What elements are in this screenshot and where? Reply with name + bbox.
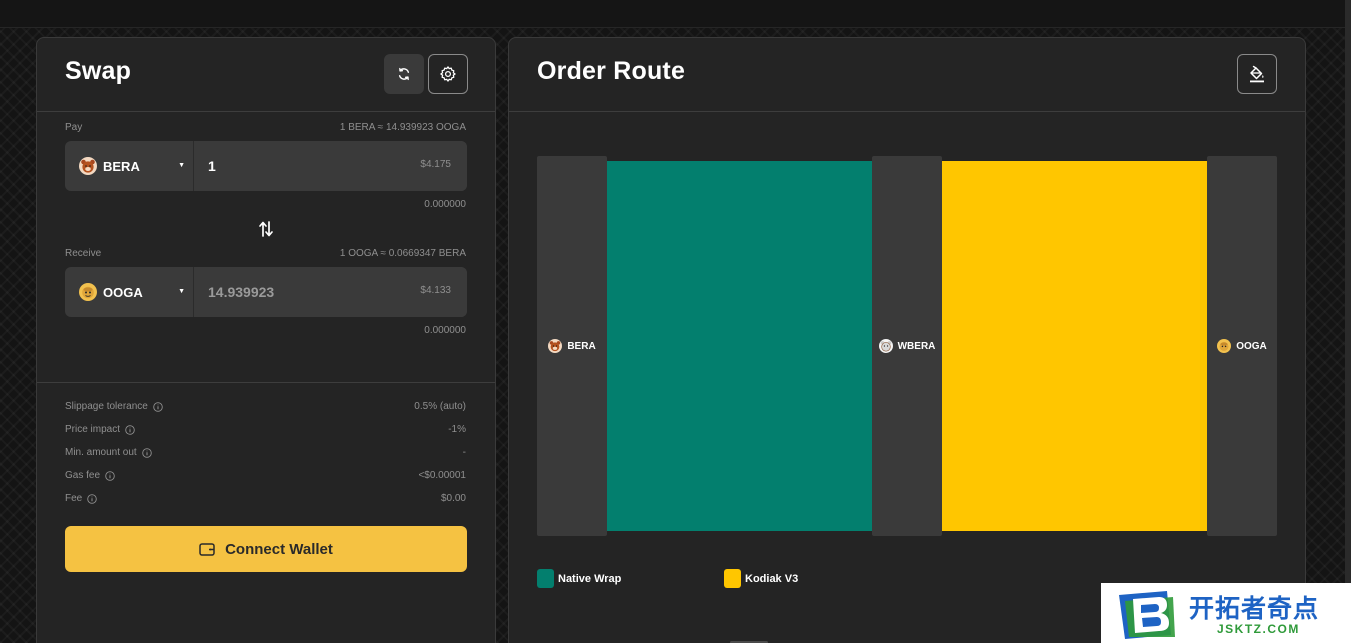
- legend-swatch: [724, 569, 741, 588]
- gear-icon: [440, 66, 456, 82]
- watermark-logo-icon: [1119, 591, 1175, 639]
- receive-token-row: OOGA ▼ $4.133: [65, 267, 467, 317]
- pay-token-select[interactable]: BERA ▼: [65, 141, 194, 191]
- wbera-token-icon: [878, 339, 893, 353]
- route-node-bera: BERA: [537, 156, 607, 536]
- receive-token-symbol: OOGA: [103, 284, 143, 300]
- refresh-button[interactable]: [384, 54, 424, 94]
- route-node-label: OOGA: [1236, 340, 1267, 352]
- pay-balance: 0.000000: [424, 199, 466, 210]
- info-icon[interactable]: [141, 447, 152, 458]
- legend-item-kodiak-v3: Kodiak V3: [724, 569, 798, 588]
- route-node-label: WBERA: [897, 340, 936, 352]
- slippage-label: Slippage tolerance: [65, 401, 163, 412]
- slippage-value: 0.5% (auto): [414, 401, 466, 412]
- paint-bucket-icon: [1250, 65, 1264, 83]
- refresh-icon: [398, 67, 410, 81]
- price-impact-label: Price impact: [65, 424, 135, 435]
- legend-label: Kodiak V3: [745, 572, 799, 585]
- connect-wallet-button[interactable]: Connect Wallet: [65, 526, 467, 572]
- details-divider: [37, 382, 495, 383]
- caret-down-icon: ▼: [178, 288, 185, 295]
- min-amount-out-label: Min. amount out: [65, 447, 152, 458]
- route-node-label: BERA: [567, 340, 596, 352]
- native-wrap-flow: [607, 161, 873, 531]
- switch-tokens-button[interactable]: [257, 219, 275, 239]
- watermark-title: 开拓者奇点: [1189, 594, 1320, 623]
- wallet-icon: [199, 543, 215, 556]
- ooga-token-icon: [79, 283, 97, 301]
- connect-wallet-label: Connect Wallet: [225, 540, 333, 558]
- receive-usd-value: $4.133: [420, 285, 451, 296]
- receive-label: Receive: [65, 248, 102, 259]
- gas-fee-label: Gas fee: [65, 470, 115, 481]
- settings-button[interactable]: [428, 54, 468, 94]
- info-icon[interactable]: [153, 401, 163, 412]
- pay-rate: 1 BERA ≈ 14.939923 OOGA: [339, 122, 466, 133]
- pay-label: Pay: [65, 122, 83, 133]
- bera-token-icon: [79, 157, 97, 175]
- price-impact-value: -1%: [448, 424, 466, 435]
- pay-token-symbol: BERA: [103, 158, 140, 174]
- info-icon[interactable]: [105, 470, 115, 481]
- fee-label: Fee: [65, 493, 97, 504]
- page-scrollbar[interactable]: [1345, 0, 1351, 643]
- info-icon[interactable]: [87, 493, 97, 504]
- swap-panel: Swap Pay 1 BERA ≈ 14.939923 OOGA BERA ▼ …: [36, 37, 496, 643]
- swap-arrows-icon: [259, 221, 273, 237]
- top-bar: [0, 0, 1351, 28]
- route-header-divider: [509, 111, 1305, 112]
- legend-label: Native Wrap: [558, 572, 622, 585]
- receive-rate: 1 OOGA ≈ 0.0669347 BERA: [339, 248, 466, 259]
- route-node-wbera: WBERA: [872, 156, 942, 536]
- watermark-subtitle: JSKTZ.COM: [1217, 622, 1300, 636]
- ooga-token-icon: [1217, 339, 1232, 353]
- legend-swatch: [537, 569, 554, 588]
- order-route-panel: Order Route BERA WBERA OOGA Native Wrap …: [508, 37, 1306, 643]
- fee-value: $0.00: [440, 493, 466, 504]
- header-divider: [37, 111, 495, 112]
- bera-token-icon: [548, 339, 563, 353]
- scrollbar-thumb[interactable]: [1345, 0, 1351, 643]
- caret-down-icon: ▼: [178, 162, 185, 169]
- kodiak-v3-flow: [942, 161, 1208, 531]
- paint-bucket-button[interactable]: [1237, 54, 1277, 94]
- min-amount-out-value: -: [462, 447, 466, 458]
- info-icon[interactable]: [125, 424, 135, 435]
- swap-title: Swap: [65, 57, 132, 85]
- receive-balance: 0.000000: [424, 325, 466, 336]
- pay-token-row: BERA ▼ $4.175: [65, 141, 467, 191]
- pay-usd-value: $4.175: [420, 159, 451, 170]
- legend-item-native-wrap: Native Wrap: [537, 569, 621, 588]
- watermark: 开拓者奇点 JSKTZ.COM: [1101, 583, 1351, 643]
- route-node-ooga: OOGA: [1207, 156, 1277, 536]
- gas-fee-value: <$0.00001: [418, 470, 466, 481]
- receive-token-select[interactable]: OOGA ▼: [65, 267, 194, 317]
- order-route-title: Order Route: [537, 57, 686, 85]
